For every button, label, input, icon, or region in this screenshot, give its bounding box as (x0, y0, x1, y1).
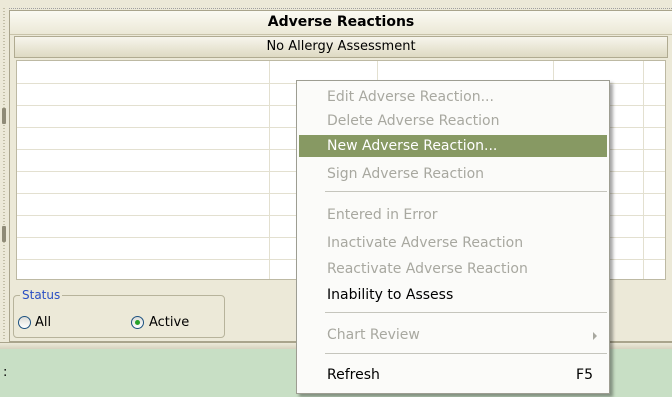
menu-item-inactivate-adverse-reaction[interactable]: Inactivate Adverse Reaction (299, 232, 607, 254)
menu-item-edit-adverse-reaction[interactable]: Edit Adverse Reaction... (299, 86, 607, 108)
menu-item-sign-adverse-reaction[interactable]: Sign Adverse Reaction (299, 163, 607, 185)
menu-item-refresh-label: Refresh (327, 367, 380, 383)
menu-item-inability-to-assess[interactable]: Inability to Assess (299, 284, 607, 306)
no-allergy-assessment-header[interactable]: No Allergy Assessment (14, 36, 668, 58)
submenu-arrow-icon (593, 332, 597, 340)
menu-item-entered-in-error[interactable]: Entered in Error (299, 204, 607, 226)
grid-column-line (643, 61, 644, 279)
panel-title: Adverse Reactions (10, 11, 672, 35)
menu-item-chart-review-label: Chart Review (327, 327, 420, 343)
refresh-shortcut: F5 (576, 367, 593, 383)
menu-item-delete-adverse-reaction[interactable]: Delete Adverse Reaction (299, 110, 607, 132)
menu-separator (325, 353, 607, 354)
top-splitter[interactable] (0, 0, 672, 9)
radio-selected-dot (135, 320, 140, 325)
grid-column-line (269, 61, 270, 279)
splitter-handle-bottom (2, 226, 6, 242)
context-menu: Edit Adverse Reaction... Delete Adverse … (296, 80, 610, 394)
status-all-label[interactable]: All (35, 315, 51, 330)
menu-item-new-adverse-reaction[interactable]: New Adverse Reaction... (299, 135, 607, 157)
splitter-dots (3, 8, 5, 341)
left-splitter-grip[interactable] (0, 8, 8, 341)
status-legend: Status (20, 288, 63, 302)
menu-separator (325, 312, 607, 313)
menu-item-chart-review[interactable]: Chart Review (299, 324, 607, 346)
status-all-radio[interactable] (18, 316, 31, 329)
status-active-radio[interactable] (131, 316, 144, 329)
menu-item-reactivate-adverse-reaction[interactable]: Reactivate Adverse Reaction (299, 258, 607, 280)
splitter-handle-top (2, 108, 6, 124)
menu-item-refresh[interactable]: Refresh F5 (299, 364, 607, 386)
status-active-label[interactable]: Active (149, 315, 189, 330)
lower-panel-text-fragment: : (3, 365, 8, 380)
menu-separator (325, 191, 607, 192)
